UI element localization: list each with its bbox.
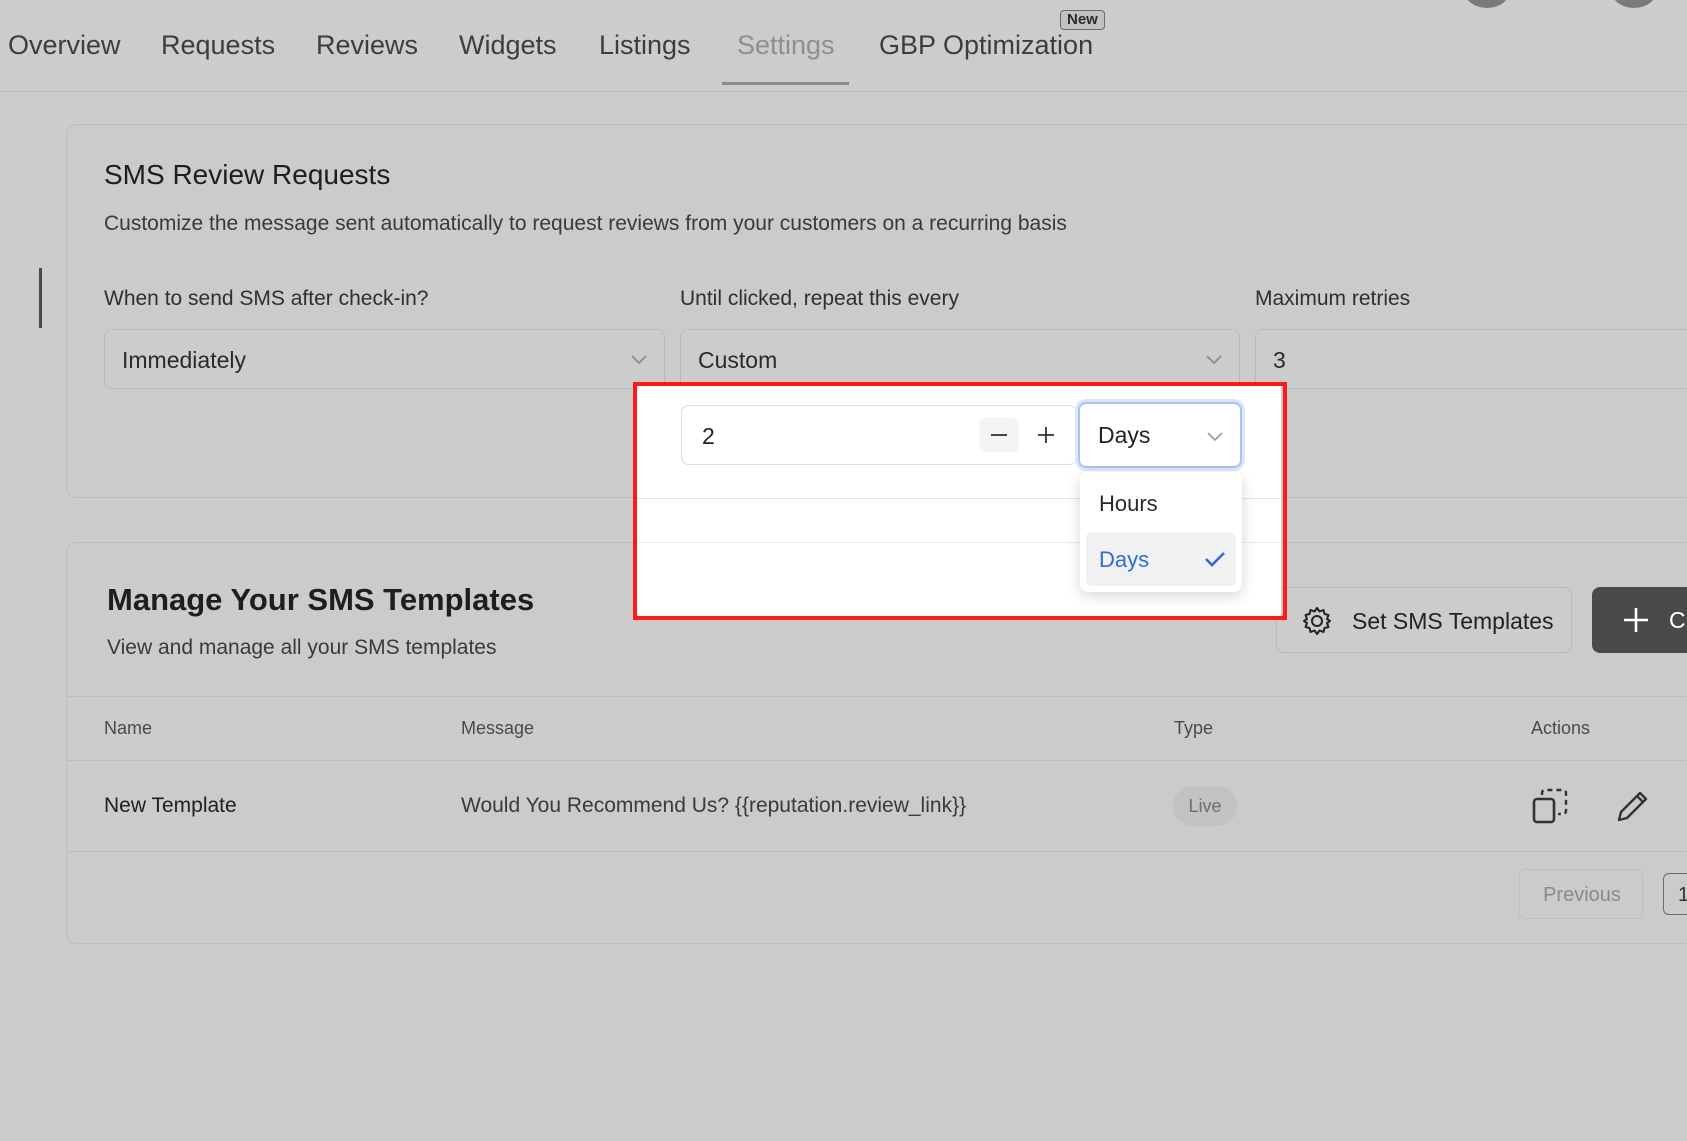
tab-widgets[interactable]: Widgets	[459, 30, 557, 61]
pagination-page-label: 1	[1678, 884, 1687, 906]
interval-unit-value: Days	[1098, 422, 1151, 448]
status-badge: Live	[1173, 786, 1237, 826]
interval-amount-value: 2	[702, 423, 715, 449]
repeat-interval-select[interactable]: Custom	[680, 329, 1240, 389]
sidebar-collapse-handle[interactable]	[39, 268, 42, 328]
dropdown-option-hours[interactable]: Hours	[1086, 476, 1236, 530]
create-template-label: C	[1669, 607, 1686, 633]
tab-reviews[interactable]: Reviews	[316, 30, 418, 61]
plus-icon	[1624, 608, 1648, 632]
chevron-down-icon	[631, 355, 647, 365]
sms-review-subtitle: Customize the message sent automatically…	[104, 212, 1067, 235]
chevron-down-icon	[1207, 432, 1223, 442]
tab-requests[interactable]: Requests	[161, 30, 275, 61]
minus-icon	[991, 434, 1007, 436]
repeat-interval-label: Until clicked, repeat this every	[680, 287, 959, 310]
max-retries-label: Maximum retries	[1255, 287, 1411, 310]
tab-overview[interactable]: Overview	[8, 30, 121, 61]
top-nav: Overview Requests Reviews Widgets Listin…	[0, 0, 1687, 92]
avatar[interactable]	[1611, 0, 1657, 8]
new-badge: New	[1060, 10, 1105, 30]
pagination-page-button[interactable]: 1	[1663, 873, 1687, 915]
option-label: Days	[1099, 547, 1150, 572]
checkmark-icon	[1205, 552, 1225, 567]
plus-icon	[1038, 427, 1054, 443]
tab-settings[interactable]: Settings	[737, 30, 835, 61]
table-divider	[67, 851, 1687, 852]
create-template-button[interactable]: C	[1592, 587, 1687, 653]
decrement-button[interactable]	[979, 418, 1019, 452]
tab-gbp-optimization[interactable]: GBP Optimization	[879, 30, 1093, 61]
avatar[interactable]	[1464, 0, 1510, 8]
status-badge-label: Live	[1188, 796, 1222, 816]
repeat-interval-value: Custom	[698, 347, 778, 373]
interval-amount-input[interactable]: 2	[681, 405, 1077, 465]
dropdown-option-days[interactable]: Days	[1086, 532, 1236, 586]
set-sms-templates-label: Set SMS Templates	[1352, 608, 1554, 634]
sms-review-title: SMS Review Requests	[104, 159, 391, 190]
gear-icon	[1303, 607, 1331, 635]
active-tab-indicator	[722, 82, 849, 85]
template-message: Would You Recommend Us? {{reputation.rev…	[461, 794, 967, 817]
option-label: Hours	[1099, 491, 1158, 516]
increment-button[interactable]	[1026, 418, 1066, 452]
column-header-type: Type	[1174, 718, 1214, 738]
interval-unit-dropdown: Hours Days	[1080, 472, 1242, 592]
interval-unit-select[interactable]: Days	[1078, 402, 1242, 468]
max-retries-value: 3	[1273, 347, 1286, 373]
sms-templates-title: Manage Your SMS Templates	[107, 582, 535, 617]
set-sms-templates-button[interactable]: Set SMS Templates	[1276, 587, 1572, 653]
pagination-previous-label: Previous	[1543, 884, 1621, 906]
column-header-message: Message	[461, 718, 535, 738]
sms-templates-subtitle: View and manage all your SMS templates	[107, 636, 497, 659]
when-to-send-value: Immediately	[122, 347, 246, 373]
pagination-previous-button[interactable]: Previous	[1519, 869, 1643, 919]
max-retries-input[interactable]: 3	[1255, 329, 1687, 389]
chevron-down-icon	[1206, 355, 1222, 365]
edit-pencil-icon[interactable]	[1613, 786, 1653, 826]
copy-icon[interactable]	[1530, 786, 1570, 826]
table-divider	[67, 760, 1687, 761]
when-to-send-select[interactable]: Immediately	[104, 329, 665, 389]
column-header-name: Name	[104, 718, 153, 738]
when-to-send-label: When to send SMS after check-in?	[104, 287, 429, 310]
tab-listings[interactable]: Listings	[599, 30, 691, 61]
table-divider	[67, 696, 1687, 697]
template-name: New Template	[104, 794, 237, 817]
column-header-actions: Actions	[1531, 718, 1591, 738]
